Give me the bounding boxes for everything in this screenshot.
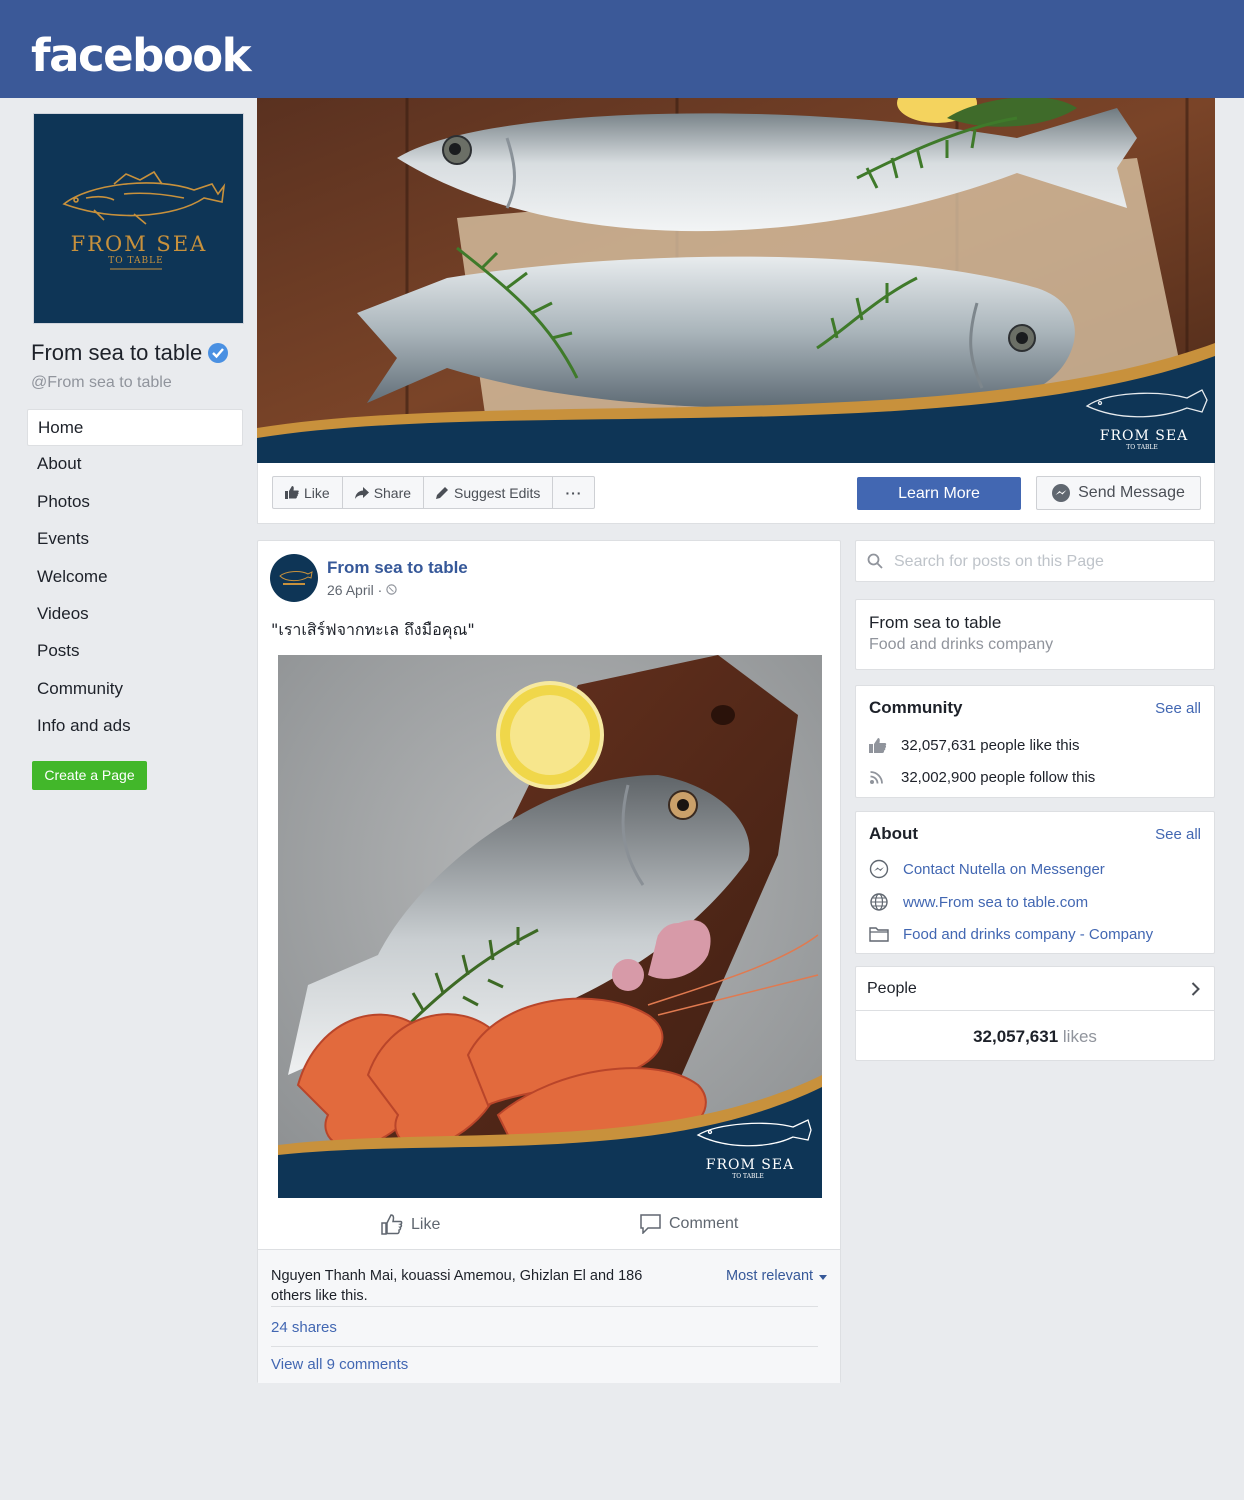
more-options-button[interactable]: ···	[553, 477, 594, 508]
pencil-icon	[436, 487, 449, 499]
community-card: Community See all 32,057,631 people like…	[855, 685, 1215, 798]
people-title: People	[867, 980, 917, 997]
info-page-name: From sea to table	[869, 613, 1002, 632]
svg-text:TO TABLE: TO TABLE	[1126, 444, 1158, 451]
about-title: About	[869, 824, 919, 843]
community-follows-row: 32,002,900 people follow this	[869, 769, 1095, 786]
page-profile-picture[interactable]: FROM SEA TO TABLE	[33, 113, 244, 324]
nav-item-about[interactable]: About	[27, 446, 243, 483]
nav-item-photos[interactable]: Photos	[27, 484, 243, 521]
category-link[interactable]: Food and drinks company - Company	[903, 926, 1153, 943]
search-input[interactable]	[894, 549, 1204, 575]
svg-text:TO TABLE: TO TABLE	[732, 1173, 764, 1180]
nav-item-welcome[interactable]: Welcome	[27, 559, 243, 596]
divider	[271, 1306, 818, 1307]
post-actions: Like Comment	[258, 1204, 840, 1249]
about-see-all-link[interactable]: See all	[1155, 826, 1201, 843]
logo-text: FROM SEA	[71, 232, 208, 256]
page-search-box	[855, 540, 1215, 582]
page-handle: @From sea to table	[31, 374, 172, 391]
post-timestamp[interactable]: 26 April ·	[327, 582, 397, 598]
page-share-button[interactable]: Share	[343, 477, 425, 508]
post-author-avatar[interactable]	[270, 554, 318, 602]
community-see-all-link[interactable]: See all	[1155, 700, 1201, 717]
post-text: "เราเสิร์ฟจากทะเล ถึงมือคุณ"	[271, 620, 475, 639]
website-link[interactable]: www.From sea to table.com	[903, 894, 1088, 911]
people-header[interactable]: People	[856, 967, 1214, 1011]
about-website-row: www.From sea to table.com	[869, 892, 1088, 912]
page-nav: Home About Photos Events Welcome Videos …	[27, 409, 243, 746]
divider	[271, 1346, 818, 1347]
about-messenger-row: Contact Nutella on Messenger	[869, 859, 1105, 879]
nav-item-info-and-ads[interactable]: Info and ads	[27, 708, 243, 745]
page-actions-group: Like Share Suggest Edits ···	[272, 476, 596, 509]
cover-photo[interactable]: FROM SEA TO TABLE	[257, 98, 1215, 463]
learn-more-button[interactable]: Learn More	[857, 477, 1021, 510]
top-bar: facebook	[0, 0, 1244, 98]
post-card: From sea to table 26 April · "เราเสิร์ฟจ…	[257, 540, 841, 1383]
community-title: Community	[869, 698, 963, 717]
post-photo[interactable]: FROM SEA TO TABLE	[278, 655, 822, 1198]
comment-bubble-icon	[640, 1214, 661, 1234]
about-card: About See all Contact Nutella on Messeng…	[855, 811, 1215, 954]
nav-item-home[interactable]: Home	[27, 409, 243, 447]
page-action-bar: Like Share Suggest Edits ··· Learn More …	[257, 463, 1215, 524]
send-message-button[interactable]: Send Message	[1036, 476, 1201, 510]
post-comment-button[interactable]: Comment	[640, 1214, 738, 1234]
view-comments-link[interactable]: View all 9 comments	[271, 1356, 408, 1373]
nav-item-community[interactable]: Community	[27, 671, 243, 708]
nav-item-videos[interactable]: Videos	[27, 596, 243, 633]
thumbs-up-icon	[869, 738, 887, 753]
rss-follow-icon	[870, 771, 883, 784]
post-like-button[interactable]: Like	[381, 1214, 440, 1235]
nav-item-posts[interactable]: Posts	[27, 633, 243, 670]
messenger-outline-icon	[869, 859, 889, 879]
globe-icon	[386, 584, 397, 595]
community-likes-row: 32,057,631 people like this	[869, 737, 1079, 754]
suggest-edits-button[interactable]: Suggest Edits	[424, 477, 554, 508]
post-likers[interactable]: Nguyen Thanh Mai, kouassi Amemou, Ghizla…	[271, 1266, 671, 1306]
facebook-logo[interactable]: facebook	[31, 26, 252, 86]
post-author-name[interactable]: From sea to table	[327, 558, 468, 578]
shares-link[interactable]: 24 shares	[271, 1319, 337, 1336]
page-title[interactable]: From sea to table	[31, 340, 229, 366]
svg-text:TO TABLE: TO TABLE	[108, 256, 163, 266]
comment-sort-dropdown[interactable]: Most relevant	[726, 1268, 828, 1284]
svg-text:FROM SEA: FROM SEA	[706, 1157, 794, 1173]
info-page-category: Food and drinks company	[869, 636, 1054, 653]
search-icon	[867, 553, 883, 569]
messenger-contact-link[interactable]: Contact Nutella on Messenger	[903, 861, 1105, 878]
page-info-card: From sea to table Food and drinks compan…	[855, 599, 1215, 670]
chevron-right-icon	[1191, 982, 1200, 996]
thumbs-up-icon	[285, 486, 299, 499]
thumbs-up-outline-icon	[381, 1214, 403, 1235]
caret-down-icon	[819, 1275, 828, 1280]
people-card: People 32,057,631 likes	[855, 966, 1215, 1061]
page-like-button[interactable]: Like	[273, 477, 343, 508]
messenger-icon	[1052, 484, 1071, 502]
folder-icon	[869, 927, 889, 942]
post-footer: Nguyen Thanh Mai, kouassi Amemou, Ghizla…	[258, 1249, 840, 1383]
globe-icon	[870, 893, 888, 911]
verified-badge-icon	[208, 343, 229, 363]
share-arrow-icon	[354, 486, 369, 499]
svg-text:FROM SEA: FROM SEA	[1100, 428, 1188, 444]
people-likes-count: 32,057,631 likes	[973, 1027, 1097, 1046]
about-category-row: Food and drinks company - Company	[869, 925, 1153, 943]
nav-item-events[interactable]: Events	[27, 521, 243, 558]
create-page-button[interactable]: Create a Page	[32, 761, 147, 790]
